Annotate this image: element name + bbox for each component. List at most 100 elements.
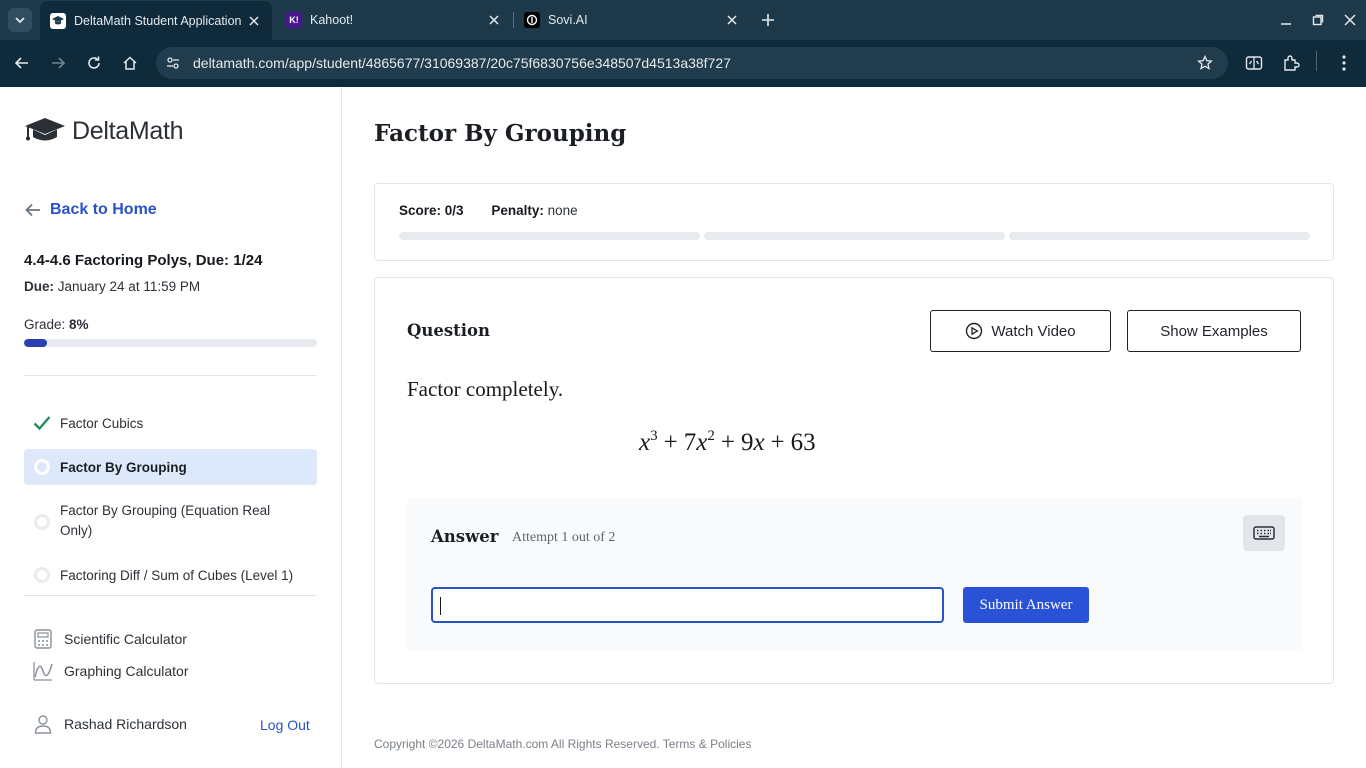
log-out-link[interactable]: Log Out [260,717,310,733]
expr-operator: + [663,429,678,456]
keyboard-icon [1253,526,1275,540]
calculator-icon [32,628,54,650]
page-title: Factor By Grouping [374,120,627,147]
close-icon [1344,14,1356,26]
skill-label: Factor By Grouping (Equation Real Only) [60,503,271,538]
reload-button[interactable] [82,51,106,75]
play-circle-icon [965,322,983,340]
address-bar[interactable]: deltamath.com/app/student/4865677/310693… [156,47,1228,79]
answer-input[interactable] [431,587,944,623]
extensions-button[interactable] [1279,51,1303,75]
show-examples-button[interactable]: Show Examples [1127,310,1301,352]
skill-label: Factor Cubics [60,415,144,431]
tool-label: Scientific Calculator [64,631,187,647]
grade-label: Grade: [24,317,66,332]
close-tab-icon[interactable] [486,12,502,28]
user-account: Rashad Richardson [32,713,187,735]
close-tab-icon[interactable] [724,12,740,28]
due-label: Due: [24,279,54,294]
skill-factor-by-grouping-equation[interactable]: Factor By Grouping (Equation Real Only) [24,495,317,547]
close-window-button[interactable] [1338,8,1362,32]
site-info-icon[interactable] [164,54,182,72]
deltamath-logo[interactable]: DeltaMath [24,115,184,147]
score-value: 0/3 [444,203,464,218]
copyright-text: Copyright ©2026 DeltaMath.com All Rights… [374,737,660,751]
url-text: deltamath.com/app/student/4865677/310693… [193,55,731,71]
minimize-button[interactable] [1274,8,1298,32]
browser-toolbar: deltamath.com/app/student/4865677/310693… [0,40,1366,87]
restore-icon [1312,14,1324,26]
graph-icon [32,660,54,682]
expr-coefficient: 7 [683,429,697,456]
reading-mode-button[interactable] [1242,51,1266,75]
tool-label: Graphing Calculator [64,663,189,679]
submit-answer-button[interactable]: Submit Answer [963,587,1089,623]
progress-ring-icon [32,512,52,532]
reading-mode-icon [1245,56,1263,70]
tab-search-button[interactable] [8,8,32,32]
show-examples-label: Show Examples [1160,322,1268,340]
tab-kahoot[interactable]: K! Kahoot! [276,0,512,40]
expr-exponent: 2 [707,428,715,444]
sidebar-divider [24,595,317,596]
footer: Copyright ©2026 DeltaMath.com All Rights… [374,737,751,751]
skill-factor-by-grouping[interactable]: Factor By Grouping [24,449,317,485]
progress-segment [1009,232,1310,240]
bookmark-star-icon[interactable] [1196,54,1214,72]
browser-menu-button[interactable] [1332,51,1356,75]
terms-link[interactable]: Terms & Policies [663,737,752,751]
graphing-calculator-link[interactable]: Graphing Calculator [32,660,189,682]
progress-segment [704,232,1005,240]
close-tab-icon[interactable] [246,13,262,29]
skill-factoring-diff-sum-cubes[interactable]: Factoring Diff / Sum of Cubes (Level 1) [24,557,317,593]
tab-deltamath[interactable]: DeltaMath Student Application [40,1,272,40]
skill-label: Factor By Grouping [60,459,187,475]
score-line: Score: 0/3 Penalty: none [399,203,578,218]
progress-segment [399,232,700,240]
expr-operator: + [720,429,735,456]
kebab-menu-icon [1342,55,1346,71]
puzzle-icon [1284,55,1300,71]
tab-title: Sovi.AI [548,13,588,27]
logo-text: DeltaMath [72,116,184,145]
sidebar: DeltaMath Back to Home 4.4-4.6 Factoring… [0,87,342,768]
answer-panel: Answer Attempt 1 out of 2 Submit Answer [407,498,1302,650]
back-to-home-link[interactable]: Back to Home [24,201,157,219]
chevron-down-icon [15,17,25,24]
expr-coefficient: 9 [740,429,754,456]
user-icon [32,713,54,735]
restore-button[interactable] [1306,8,1330,32]
skill-label: Factoring Diff / Sum of Cubes (Level 1) [60,567,294,583]
question-card: Question Watch Video Show Examples Facto… [374,277,1334,684]
reload-icon [88,56,100,69]
due-date: Due: January 24 at 11:59 PM [24,279,200,294]
home-icon [123,56,137,70]
penalty-label: Penalty: [491,203,544,218]
watch-video-button[interactable]: Watch Video [930,310,1111,352]
grade-value: 8% [69,317,89,332]
expr-operator: + [770,429,785,456]
skill-factor-cubics[interactable]: Factor Cubics [24,405,317,441]
toolbar-divider [1316,51,1317,71]
attempt-counter: Attempt 1 out of 2 [512,530,616,545]
back-to-home-label: Back to Home [50,201,157,218]
grade: Grade: 8% [24,317,89,332]
new-tab-button[interactable] [756,8,780,32]
deltamath-favicon-icon [50,12,66,29]
grade-progress-bar [24,339,317,347]
user-name: Rashad Richardson [64,716,187,732]
progress-ring-icon [32,457,52,477]
back-button[interactable] [10,51,34,75]
browser-tab-bar: DeltaMath Student Application K! Kahoot!… [0,0,1366,40]
progress-ring-icon [32,565,52,585]
home-button[interactable] [118,51,142,75]
forward-button[interactable] [46,51,70,75]
penalty-value: none [547,203,578,218]
math-keyboard-button[interactable] [1243,515,1285,551]
arrow-right-icon [52,57,66,69]
tab-sovi[interactable]: Sovi.AI [514,0,750,40]
assignment-title: 4.4-4.6 Factoring Polys, Due: 1/24 [24,252,263,269]
question-label: Question [407,321,491,340]
score-card: Score: 0/3 Penalty: none [374,183,1334,261]
scientific-calculator-link[interactable]: Scientific Calculator [32,628,187,650]
